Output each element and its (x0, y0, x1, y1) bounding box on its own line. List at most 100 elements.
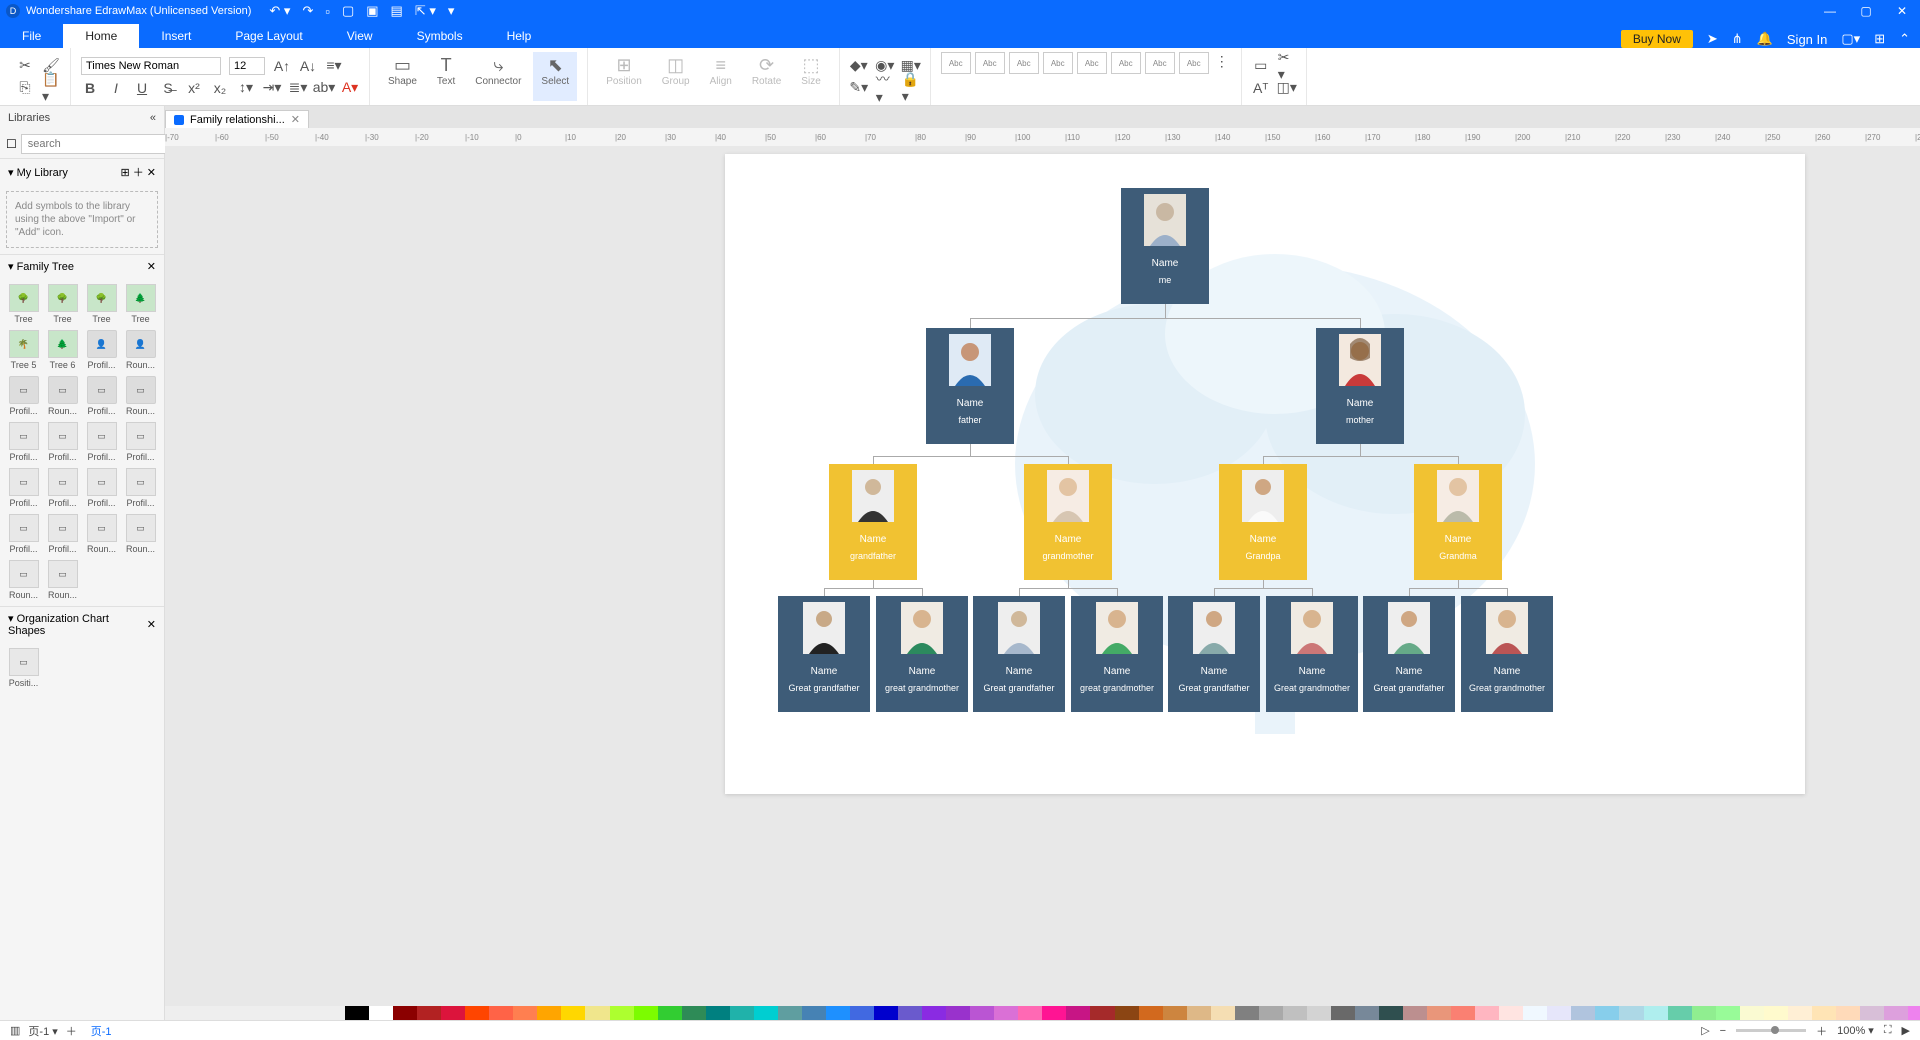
section-close-icon[interactable]: ✕ (147, 260, 156, 273)
presentation-icon[interactable]: ▶ (1902, 1024, 1910, 1037)
shape-search-icon[interactable]: ☐ (6, 134, 17, 154)
color-swatch[interactable] (1595, 1006, 1619, 1020)
open-icon[interactable]: ▢ (342, 3, 354, 19)
color-swatch[interactable] (946, 1006, 970, 1020)
line-spacing-icon[interactable]: ↕▾ (237, 79, 255, 97)
page-tab[interactable]: 页-1 (91, 1023, 112, 1039)
select-button[interactable]: ⬉Select (533, 52, 577, 101)
style-preset[interactable]: Abc (975, 52, 1005, 74)
color-swatch[interactable] (1139, 1006, 1163, 1020)
shape-round[interactable]: 👤Roun... (121, 328, 160, 372)
card-grandma[interactable]: Name Grandma (1414, 464, 1502, 580)
shape-profile[interactable]: ▭Profil... (121, 466, 160, 510)
card-ggm[interactable]: Namegreat grandmother (1071, 596, 1163, 712)
fill-icon[interactable]: ◆▾ (850, 57, 868, 75)
signin-button[interactable]: Sign In (1787, 32, 1827, 47)
shape-profile[interactable]: ▭Profil... (43, 420, 82, 464)
color-swatch[interactable] (1283, 1006, 1307, 1020)
shape-profile[interactable]: ▭Profil... (43, 466, 82, 510)
font-family-combo[interactable]: Times New Roman (81, 57, 221, 75)
card-ggf[interactable]: NameGreat grandfather (778, 596, 870, 712)
export-icon[interactable]: ⇱ ▾ (415, 3, 436, 19)
collapse-ribbon-icon[interactable]: ⌃ (1899, 31, 1910, 47)
send-icon[interactable]: ➤ (1707, 31, 1718, 47)
color-swatch[interactable] (730, 1006, 754, 1020)
color-swatch[interactable] (369, 1006, 393, 1020)
paste-icon[interactable]: 📋▾ (42, 79, 60, 97)
color-swatch[interactable] (537, 1006, 561, 1020)
play-icon[interactable]: ▷ (1701, 1024, 1709, 1037)
apps-icon[interactable]: ⊞ (1874, 31, 1885, 47)
color-swatch[interactable] (585, 1006, 609, 1020)
cut-icon[interactable]: ✂ (16, 57, 34, 75)
shape-round[interactable]: ▭Roun... (82, 512, 121, 556)
increase-font-icon[interactable]: A↑ (273, 57, 291, 75)
card-ggm[interactable]: NameGreat grandmother (1266, 596, 1358, 712)
color-swatch[interactable] (1908, 1006, 1920, 1020)
mylibrary-header[interactable]: My Library (17, 167, 68, 179)
card-grandfather[interactable]: Name grandfather (829, 464, 917, 580)
orgshapes-header[interactable]: Organization Chart Shapes (8, 613, 109, 637)
color-swatch[interactable] (1307, 1006, 1331, 1020)
section-close-icon[interactable]: ✕ (147, 618, 156, 631)
size-button[interactable]: ⬚Size (793, 52, 828, 101)
canvas-page[interactable]: Name me Name father Name mother Nam (725, 154, 1805, 794)
color-swatch[interactable] (1644, 1006, 1668, 1020)
shape-profile[interactable]: ▭Profil... (82, 374, 121, 418)
theme-color-icon[interactable]: ◫▾ (1278, 79, 1296, 97)
shape-profile[interactable]: ▭Profil... (4, 512, 43, 556)
color-swatch[interactable] (1235, 1006, 1259, 1020)
bell-icon[interactable]: 🔔 (1757, 31, 1773, 47)
shape-profile[interactable]: ▭Profil... (4, 374, 43, 418)
shape-round[interactable]: ▭Roun... (43, 374, 82, 418)
card-ggm[interactable]: Namegreat grandmother (876, 596, 968, 712)
color-swatch[interactable] (1692, 1006, 1716, 1020)
color-swatch[interactable] (874, 1006, 898, 1020)
color-swatch[interactable] (922, 1006, 946, 1020)
color-swatch[interactable] (1475, 1006, 1499, 1020)
color-swatch[interactable] (658, 1006, 682, 1020)
lock-icon[interactable]: 🔒▾ (902, 79, 920, 97)
color-swatch[interactable] (970, 1006, 994, 1020)
shape-button[interactable]: ▭Shape (380, 52, 425, 101)
shape-tree5[interactable]: 🌴Tree 5 (4, 328, 43, 372)
tab-file[interactable]: File (0, 24, 63, 48)
color-swatch[interactable] (1259, 1006, 1283, 1020)
color-swatch[interactable] (1427, 1006, 1451, 1020)
color-swatch[interactable] (1547, 1006, 1571, 1020)
style-preset[interactable]: Abc (941, 52, 971, 74)
numbering-icon[interactable]: ab▾ (315, 79, 333, 97)
subscript-icon[interactable]: x₂ (211, 79, 229, 97)
tab-home[interactable]: Home (63, 24, 139, 48)
shape-profile[interactable]: ▭Profil... (82, 420, 121, 464)
shape-round[interactable]: ▭Roun... (4, 558, 43, 602)
card-mother[interactable]: Name mother (1316, 328, 1404, 444)
shape-profile[interactable]: ▭Profil... (43, 512, 82, 556)
color-swatch[interactable] (561, 1006, 585, 1020)
strike-icon[interactable]: S̶ (159, 79, 177, 97)
familytree-header[interactable]: Family Tree (17, 261, 74, 273)
group-button[interactable]: ◫Group (654, 52, 698, 101)
font-color-icon[interactable]: A▾ (341, 79, 359, 97)
indent-icon[interactable]: ⇥▾ (263, 79, 281, 97)
save-icon[interactable]: ▣ (366, 3, 378, 19)
color-swatch[interactable] (1163, 1006, 1187, 1020)
buy-now-button[interactable]: Buy Now (1621, 30, 1693, 48)
color-swatch[interactable] (1812, 1006, 1836, 1020)
collapse-panel-icon[interactable]: « (150, 112, 156, 124)
tab-help[interactable]: Help (485, 24, 554, 48)
color-swatch[interactable] (1571, 1006, 1595, 1020)
color-swatch[interactable] (1211, 1006, 1235, 1020)
color-swatch[interactable] (1740, 1006, 1764, 1020)
tab-insert[interactable]: Insert (139, 24, 213, 48)
color-swatch[interactable] (610, 1006, 634, 1020)
undo-icon[interactable]: ↶ ▾ (269, 3, 290, 19)
page-bg-icon[interactable]: ▭ (1252, 57, 1270, 75)
color-swatch[interactable] (441, 1006, 465, 1020)
color-swatch-bar[interactable] (345, 1006, 1920, 1020)
align-button[interactable]: ≡Align (702, 52, 740, 101)
close-tab-icon[interactable]: ✕ (291, 113, 300, 126)
color-swatch[interactable] (1379, 1006, 1403, 1020)
style-more-icon[interactable]: ⋮ (1213, 52, 1231, 70)
style-preset[interactable]: Abc (1043, 52, 1073, 74)
